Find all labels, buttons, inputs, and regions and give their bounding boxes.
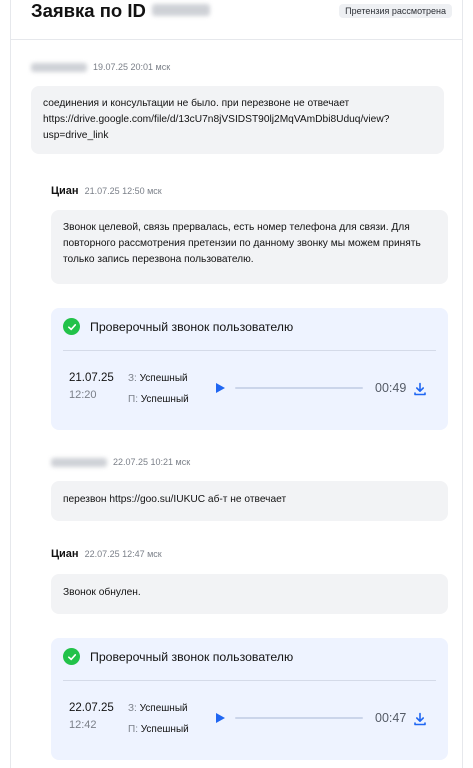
message-author: Циан <box>51 185 79 197</box>
message-author: Циан <box>51 548 79 560</box>
message-meta: 22.07.25 10:21 мск <box>51 457 190 467</box>
message-meta: 19.07.25 20:01 мск <box>31 62 170 72</box>
redacted-author <box>31 62 87 72</box>
message-date: 19.07.25 20:01 мск <box>93 62 171 72</box>
redacted-author <box>51 457 107 467</box>
call-card-title: Проверочный звонок пользователю <box>90 649 294 664</box>
caller-status-key: З: <box>128 373 137 384</box>
audio-progress-track[interactable] <box>235 387 363 389</box>
user-status-key: П: <box>128 724 138 735</box>
check-circle-icon <box>63 648 80 665</box>
call-time: 12:20 <box>69 389 97 401</box>
user-status-key: П: <box>128 394 138 405</box>
message-meta: Циан 21.07.25 12:50 мск <box>51 185 162 197</box>
message-text: Звонок обнулен. <box>63 587 141 598</box>
call-card-header: Проверочный звонок пользователю <box>63 318 293 335</box>
user-status: П: Успешный <box>128 724 189 735</box>
claim-panel: Заявка по ID Претензия рассмотрена 19.07… <box>10 0 463 768</box>
message-bubble: соединения и консультации не было. при п… <box>31 86 444 154</box>
redacted-id <box>151 4 210 17</box>
message-text: соединения и консультации не было. при п… <box>43 98 390 141</box>
message-date: 22.07.25 10:21 мск <box>113 457 191 467</box>
caller-status: З: Успешный <box>128 373 188 384</box>
call-date: 21.07.25 <box>69 372 114 384</box>
check-circle-icon <box>63 318 80 335</box>
message-date: 21.07.25 12:50 мск <box>84 186 162 196</box>
message-text: Звонок целевой, связь прервалась, есть н… <box>63 222 421 265</box>
call-time: 12:42 <box>69 719 97 731</box>
caller-status-value: Успешный <box>139 703 188 714</box>
claim-header: Заявка по ID Претензия рассмотрена <box>11 0 462 40</box>
message-bubble: перезвон https://goo.su/IUKUC аб-т не от… <box>51 481 448 521</box>
play-icon[interactable] <box>216 383 225 393</box>
message-text: перезвон https://goo.su/IUKUC аб-т не от… <box>63 494 287 505</box>
audio-progress-track[interactable] <box>235 717 363 719</box>
download-icon[interactable] <box>413 382 427 396</box>
call-card-header: Проверочный звонок пользователю <box>63 648 293 665</box>
user-status-value: Успешный <box>140 394 189 405</box>
call-check-card: Проверочный звонок пользователю 22.07.25… <box>51 638 448 760</box>
divider <box>63 350 436 351</box>
caller-status-value: Успешный <box>139 373 188 384</box>
page-title: Заявка по ID <box>31 0 210 22</box>
play-icon[interactable] <box>216 713 225 723</box>
message-bubble: Звонок целевой, связь прервалась, есть н… <box>51 210 448 284</box>
call-date: 22.07.25 <box>69 702 114 714</box>
caller-status-key: З: <box>128 703 137 714</box>
download-icon[interactable] <box>413 712 427 726</box>
call-check-card: Проверочный звонок пользователю 21.07.25… <box>51 308 448 430</box>
call-card-title: Проверочный звонок пользователю <box>90 319 294 334</box>
message-bubble: Звонок обнулен. <box>51 574 448 614</box>
user-status: П: Успешный <box>128 394 189 405</box>
user-status-value: Успешный <box>140 724 189 735</box>
caller-status: З: Успешный <box>128 703 188 714</box>
call-duration: 00:49 <box>375 381 407 395</box>
status-badge: Претензия рассмотрена <box>339 4 452 18</box>
message-date: 22.07.25 12:47 мск <box>84 549 162 559</box>
call-duration: 00:47 <box>375 711 407 725</box>
divider <box>63 680 436 681</box>
message-meta: Циан 22.07.25 12:47 мск <box>51 548 162 560</box>
page-title-text: Заявка по ID <box>31 0 146 21</box>
